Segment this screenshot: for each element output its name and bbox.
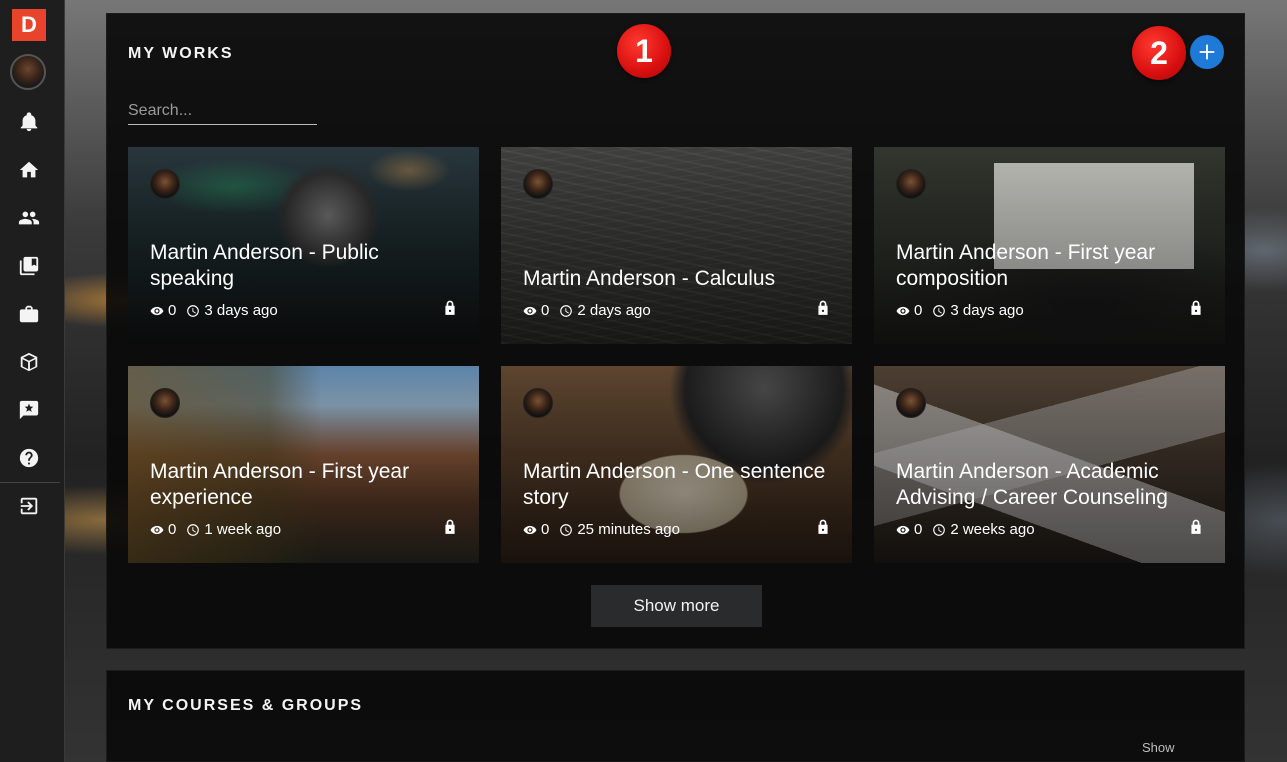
annotation-badge-1: 1 (617, 24, 671, 78)
clock-icon (933, 523, 946, 536)
book-icon[interactable] (15, 252, 43, 280)
work-card[interactable]: Martin Anderson - First year experience … (128, 366, 479, 563)
time-ago: 1 week ago (204, 521, 282, 538)
clock-icon (560, 304, 573, 317)
eye-icon (523, 306, 537, 315)
work-title[interactable]: Martin Anderson - Public speaking (150, 240, 465, 292)
view-count: 0 (914, 302, 923, 319)
my-works-title: MY WORKS (128, 45, 234, 62)
briefcase-icon[interactable] (15, 300, 43, 328)
my-courses-title: MY COURSES & GROUPS (128, 697, 364, 714)
time-ago: 25 minutes ago (577, 521, 680, 538)
author-avatar (150, 169, 180, 199)
question-icon[interactable] (15, 444, 43, 472)
home-icon[interactable] (15, 156, 43, 184)
work-title[interactable]: Martin Anderson - First year experience (150, 459, 465, 511)
lock-icon (816, 519, 830, 535)
view-count: 0 (168, 302, 177, 319)
author-avatar (523, 388, 553, 418)
people-icon[interactable] (15, 204, 43, 232)
work-meta: 0 2 days ago (523, 302, 651, 319)
eye-icon (896, 306, 910, 315)
clock-icon (187, 304, 200, 317)
show-link[interactable]: Show (1142, 740, 1175, 755)
lock-icon (816, 300, 830, 316)
search-input[interactable] (128, 98, 317, 125)
exit-icon[interactable] (15, 492, 43, 520)
lock-icon (1189, 519, 1203, 535)
box-icon[interactable] (15, 348, 43, 376)
plus-icon (1199, 44, 1215, 60)
work-card[interactable]: Martin Anderson - First year composition… (874, 147, 1225, 344)
work-meta: 0 3 days ago (896, 302, 1024, 319)
work-card[interactable]: Martin Anderson - Academic Advising / Ca… (874, 366, 1225, 563)
author-avatar (150, 388, 180, 418)
time-ago: 3 days ago (204, 302, 278, 319)
clock-icon (933, 304, 946, 317)
view-count: 0 (914, 521, 923, 538)
eye-icon (150, 525, 164, 534)
work-meta: 0 3 days ago (150, 302, 278, 319)
clock-icon (560, 523, 573, 536)
sidebar-divider (0, 482, 60, 483)
clock-icon (187, 523, 200, 536)
work-card[interactable]: Martin Anderson - One sentence story 0 2… (501, 366, 852, 563)
work-card[interactable]: Martin Anderson - Calculus 0 2 days ago (501, 147, 852, 344)
star-box-icon[interactable] (15, 396, 43, 424)
view-count: 0 (168, 521, 177, 538)
view-count: 0 (541, 521, 550, 538)
my-courses-panel: MY COURSES & GROUPS Show (106, 670, 1245, 762)
lock-icon (1189, 300, 1203, 316)
add-work-button[interactable] (1190, 35, 1224, 69)
work-meta: 0 25 minutes ago (523, 521, 680, 538)
author-avatar (896, 169, 926, 199)
eye-icon (150, 306, 164, 315)
bell-icon[interactable] (15, 108, 43, 136)
work-card[interactable]: Martin Anderson - Public speaking 0 3 da… (128, 147, 479, 344)
author-avatar (523, 169, 553, 199)
author-avatar (896, 388, 926, 418)
time-ago: 2 weeks ago (950, 521, 1035, 538)
view-count: 0 (541, 302, 550, 319)
time-ago: 3 days ago (950, 302, 1024, 319)
eye-icon (523, 525, 537, 534)
user-avatar[interactable] (10, 54, 46, 90)
app-logo[interactable]: D (12, 9, 46, 41)
time-ago: 2 days ago (577, 302, 651, 319)
show-more-button[interactable]: Show more (591, 585, 762, 627)
work-meta: 0 2 weeks ago (896, 521, 1035, 538)
work-meta: 0 1 week ago (150, 521, 281, 538)
lock-icon (443, 300, 457, 316)
work-title[interactable]: Martin Anderson - First year composition (896, 240, 1211, 292)
annotation-badge-2: 2 (1132, 26, 1186, 80)
sidebar: D (0, 0, 65, 762)
work-title[interactable]: Martin Anderson - One sentence story (523, 459, 838, 511)
my-works-panel: MY WORKS 1 2 Martin Anderson - Public sp… (106, 13, 1245, 649)
work-title[interactable]: Martin Anderson - Academic Advising / Ca… (896, 459, 1211, 511)
eye-icon (896, 525, 910, 534)
work-title[interactable]: Martin Anderson - Calculus (523, 266, 838, 292)
lock-icon (443, 519, 457, 535)
